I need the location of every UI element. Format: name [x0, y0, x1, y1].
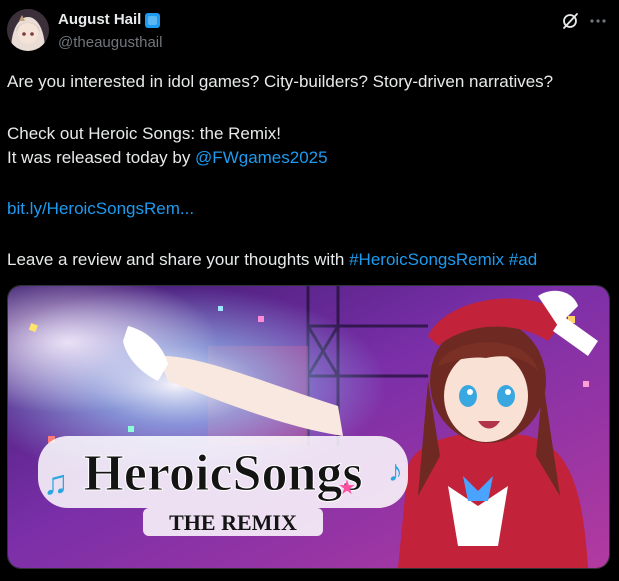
- author-avatar[interactable]: [7, 9, 49, 51]
- author-name-text[interactable]: August Hail: [58, 11, 141, 28]
- tweet-text-line: Leave a review and share your thoughts w…: [7, 249, 612, 271]
- verified-badge-icon: [145, 13, 161, 28]
- tweet-text-line: bit.ly/HeroicSongsRem...: [7, 198, 612, 220]
- tweet-text-line: Check out Heroic Songs: the Remix!: [7, 124, 282, 143]
- more-icon[interactable]: [588, 11, 608, 31]
- author-name[interactable]: August Hail: [58, 11, 161, 28]
- svg-text:♪: ♪: [388, 455, 403, 488]
- url-link[interactable]: bit.ly/HeroicSongsRem...: [7, 199, 194, 218]
- svg-text:★: ★: [338, 477, 356, 499]
- game-key-art: HeroicSongs ♫ ♪ ★ THE REMIX: [8, 286, 609, 568]
- hashtag-link[interactable]: #HeroicSongsRemix: [349, 250, 504, 269]
- tweet-text-segment: It was released today by: [7, 148, 196, 167]
- avatar-image: [7, 9, 49, 51]
- hashtag-link[interactable]: #ad: [509, 250, 537, 269]
- svg-text:♫: ♫: [43, 464, 69, 502]
- author-handle[interactable]: @theaugusthail: [58, 34, 162, 51]
- tweet-text-line: Are you interested in idol games? City-b…: [7, 72, 554, 91]
- logo-subtitle: THE REMIX: [169, 510, 297, 535]
- mention-link[interactable]: @FWgames2025: [195, 148, 328, 167]
- tweet-text-segment: Leave a review and share your thoughts w…: [7, 250, 350, 269]
- logo-title: HeroicSongs: [83, 445, 362, 502]
- grok-icon[interactable]: [561, 12, 579, 30]
- tweet-media-image[interactable]: HeroicSongs ♫ ♪ ★ THE REMIX: [7, 285, 610, 569]
- tweet-text-line: It was released today by @FWgames2025: [7, 147, 612, 169]
